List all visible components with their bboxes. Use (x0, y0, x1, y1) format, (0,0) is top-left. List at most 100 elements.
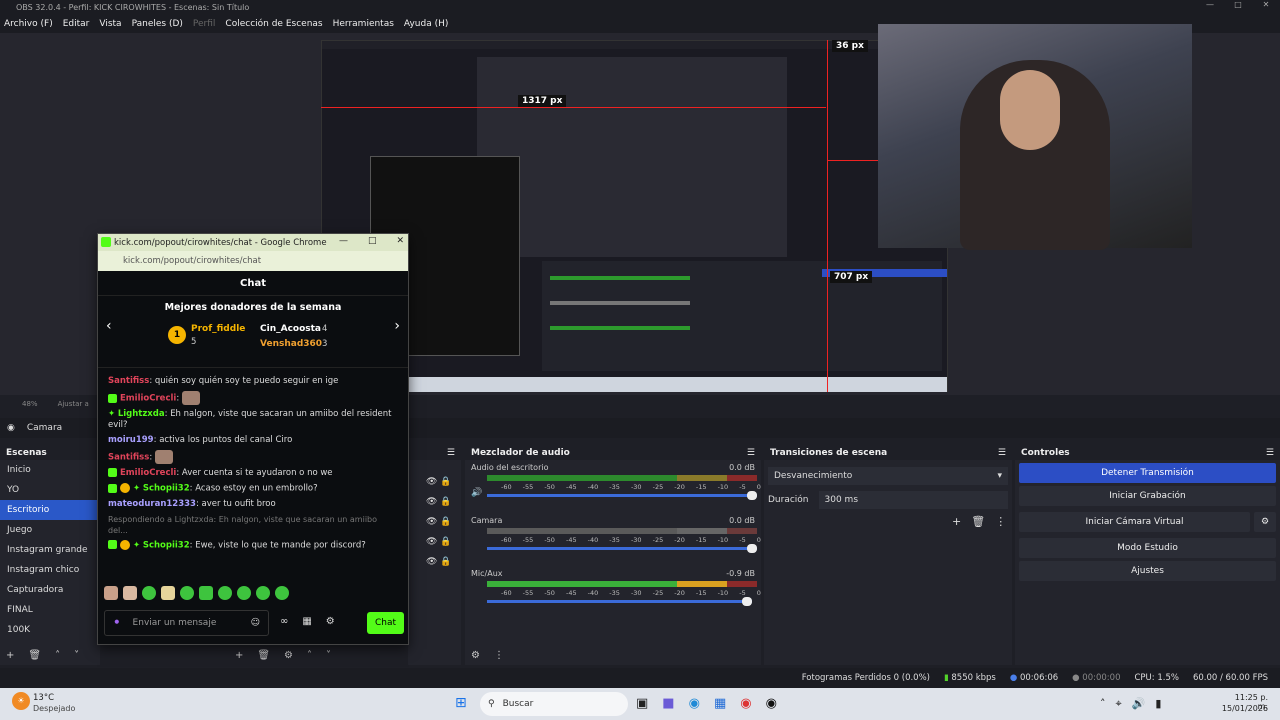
scene-item[interactable]: 100K (0, 620, 100, 640)
donor-name[interactable]: Cin_Acoosta (260, 324, 321, 334)
mic-icon[interactable]: ⚫ (113, 618, 121, 628)
emote-icon[interactable] (104, 586, 118, 600)
emote-icon[interactable] (199, 586, 213, 600)
menu-paneles[interactable]: Paneles (D) (132, 19, 183, 29)
transition-select[interactable]: Desvanecimiento ▾ (768, 467, 1008, 485)
emote-icon[interactable] (256, 586, 270, 600)
menu-ayuda[interactable]: Ayuda (H) (404, 19, 448, 29)
chevron-right-icon[interactable]: › (394, 318, 400, 334)
emote-icon[interactable] (161, 586, 175, 600)
emote-icon[interactable] (275, 586, 289, 600)
chevron-down-icon[interactable]: ˅ (74, 650, 79, 661)
source-up-icon[interactable]: ˄ (307, 650, 312, 661)
network-icon[interactable]: ⌖ (1116, 697, 1122, 711)
source-down-icon[interactable]: ˅ (326, 650, 331, 661)
eye-hidden-icon[interactable]: 👁 (426, 497, 437, 507)
minimize-icon[interactable]: — (339, 236, 348, 246)
transition-menu-icon[interactable]: ⋮ (995, 515, 1006, 528)
minimize-icon[interactable]: — (1196, 0, 1224, 9)
mixer-menu-icon[interactable]: ⋮ (494, 650, 504, 661)
settings-button[interactable]: Ajustes (1019, 561, 1276, 581)
add-transition-icon[interactable]: + (952, 515, 961, 528)
speaker-icon[interactable]: 🔊 (471, 488, 482, 498)
menu-perfil[interactable]: Perfil (193, 19, 216, 29)
taskbar-search[interactable]: ⚲ Buscar (480, 692, 628, 716)
lock-icon[interactable]: 🔒 (440, 557, 451, 567)
maximize-icon[interactable]: □ (1224, 0, 1252, 9)
emote-icon[interactable] (180, 586, 194, 600)
dock-menu-icon[interactable]: ☰ (1266, 448, 1274, 458)
scene-item-selected[interactable]: Escritorio (0, 500, 100, 520)
lock-icon[interactable]: 🔒 (440, 477, 451, 487)
zoom-level[interactable]: 48% (22, 400, 38, 408)
edge-icon[interactable]: ◉ (689, 696, 700, 711)
battery-icon[interactable]: ▮ (1155, 697, 1161, 711)
close-icon[interactable]: ✕ (1252, 0, 1280, 9)
add-source-icon[interactable]: + (235, 650, 243, 661)
virtual-camera-gear-icon[interactable]: ⚙ (1254, 512, 1276, 532)
chrome-icon[interactable]: ◉ (740, 696, 751, 711)
dock-menu-icon[interactable]: ☰ (998, 448, 1006, 458)
menu-archivo[interactable]: Archivo (F) (4, 19, 53, 29)
scene-item[interactable]: Inicio (0, 460, 100, 480)
volume-slider[interactable] (487, 491, 757, 500)
chevron-up-icon[interactable]: ˄ (1100, 697, 1106, 711)
add-icon[interactable]: + (6, 650, 14, 661)
chrome-titlebar[interactable]: kick.com/popout/cirowhites/chat - Google… (98, 234, 408, 251)
stop-stream-button[interactable]: Detener Transmisión (1019, 463, 1276, 483)
chat-send-button[interactable]: Chat (367, 612, 404, 634)
volume-slider[interactable] (487, 597, 752, 606)
store-icon[interactable]: ▦ (714, 696, 726, 711)
remove-transition-icon[interactable]: 🗑 (971, 515, 985, 528)
eye-icon[interactable]: 👁 (426, 557, 437, 567)
obs-icon[interactable]: ◉ (766, 696, 777, 711)
donor-name[interactable]: Prof_fiddle (191, 324, 245, 334)
emoji-icon[interactable]: ☺ (251, 618, 260, 628)
scene-item[interactable]: Instagram chico (0, 560, 100, 580)
lock-icon[interactable]: 🔒 (440, 517, 451, 527)
chat-settings-icon[interactable]: ⚙ (326, 616, 335, 627)
menu-vista[interactable]: Vista (99, 19, 121, 29)
teams-icon[interactable]: ■ (662, 696, 674, 711)
chat-input[interactable]: ⚫ Enviar un mensaje ☺ (104, 610, 269, 636)
scene-item[interactable]: FINAL (0, 600, 100, 620)
menu-editar[interactable]: Editar (63, 19, 90, 29)
chevron-left-icon[interactable]: ‹ (106, 318, 112, 334)
volume-icon[interactable]: 🔊 (1132, 697, 1146, 711)
dock-menu-icon[interactable]: ☰ (447, 448, 455, 458)
trash-icon[interactable]: 🗑 (28, 650, 41, 661)
remove-source-icon[interactable]: 🗑 (257, 650, 270, 661)
store-icon[interactable]: ▦ (302, 616, 311, 627)
eye-icon[interactable]: 👁 (426, 517, 437, 527)
emote-icon[interactable] (218, 586, 232, 600)
lock-icon[interactable]: 🔒 (440, 497, 451, 507)
start-recording-button[interactable]: Iniciar Grabación (1019, 486, 1276, 506)
scene-item[interactable]: Instagram grande (0, 540, 100, 560)
emote-icon[interactable] (142, 586, 156, 600)
scene-item[interactable]: Capturadora (0, 580, 100, 600)
maximize-icon[interactable]: □ (368, 236, 377, 246)
weather-icon[interactable]: ☀ (12, 692, 30, 710)
infinity-icon[interactable]: ∞ (280, 616, 288, 627)
eye-icon[interactable]: 👁 (426, 537, 437, 547)
dock-menu-icon[interactable]: ☰ (747, 448, 755, 458)
eye-icon[interactable]: 👁 (426, 477, 437, 487)
fit-label[interactable]: Ajustar a (58, 400, 89, 408)
scene-item[interactable]: YO (0, 480, 100, 500)
emote-icon[interactable] (237, 586, 251, 600)
chevron-up-icon[interactable]: ˄ (55, 650, 60, 661)
volume-slider[interactable] (487, 544, 757, 553)
source-settings-icon[interactable]: ⚙ (284, 650, 293, 661)
taskview-icon[interactable]: ▣ (636, 696, 648, 711)
menu-herramientas[interactable]: Herramientas (333, 19, 394, 29)
address-bar[interactable]: kick.com/popout/cirowhites/chat (98, 251, 408, 271)
close-icon[interactable]: ✕ (396, 236, 404, 246)
donor-name[interactable]: Venshad360 (260, 339, 322, 349)
virtual-camera-button[interactable]: Iniciar Cámara Virtual (1019, 512, 1250, 532)
emote-icon[interactable] (123, 586, 137, 600)
menu-coleccion[interactable]: Colección de Escenas (225, 19, 322, 29)
duration-input[interactable]: 300 ms (818, 491, 1008, 509)
windows-start-icon[interactable]: ⊞ (455, 695, 471, 711)
clock-date[interactable]: 15/01/2026 (1220, 704, 1268, 713)
studio-mode-button[interactable]: Modo Estudio (1019, 538, 1276, 558)
